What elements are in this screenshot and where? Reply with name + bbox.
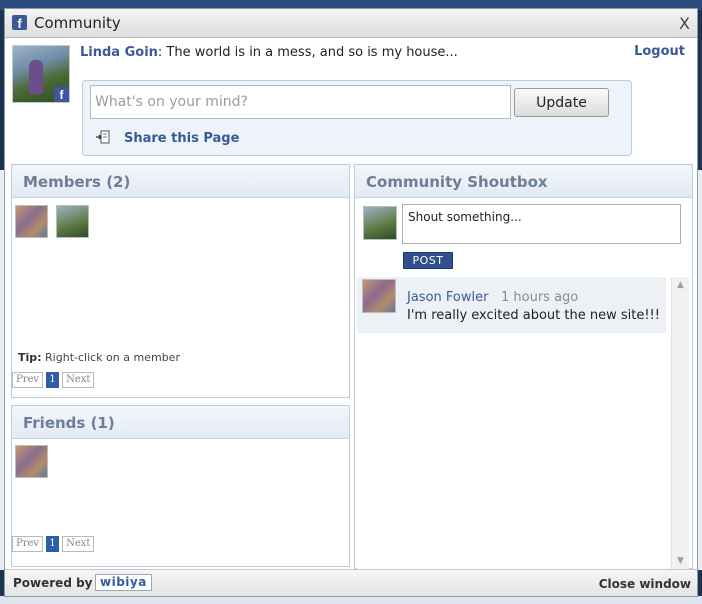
- post-button[interactable]: POST: [403, 252, 453, 269]
- avatar-person-shape: [29, 60, 43, 94]
- members-pager: Prev 1 Next: [12, 372, 95, 388]
- facebook-icon: f: [12, 15, 27, 31]
- friends-title: Friends (1): [12, 406, 349, 439]
- shoutbox-panel: Community Shoutbox POST Jason Fowler 1 h…: [354, 164, 693, 570]
- facebook-badge-icon: f: [54, 87, 69, 102]
- shout-item: Jason Fowler 1 hours ago I'm really exci…: [357, 277, 666, 333]
- wibiya-logo[interactable]: wibiya: [95, 574, 152, 591]
- member-avatar[interactable]: [56, 205, 89, 238]
- friends-next-button[interactable]: Next: [62, 536, 95, 552]
- community-window: f Community X f Linda Goin: The world is…: [4, 8, 698, 597]
- friends-pager: Prev 1 Next: [12, 536, 95, 552]
- shout-list: Jason Fowler 1 hours ago I'm really exci…: [357, 277, 689, 570]
- user-status-line: Linda Goin: The world is in a mess, and …: [80, 45, 458, 60]
- members-tip: Tip: Right-click on a member: [18, 351, 180, 364]
- shout-scrollbar[interactable]: ▲ ▼: [671, 277, 689, 570]
- friends-panel: Friends (1) Prev 1 Next: [11, 405, 350, 567]
- friends-page-1[interactable]: 1: [46, 536, 60, 552]
- status-input[interactable]: [90, 85, 511, 119]
- shout-timestamp: 1 hours ago: [501, 290, 579, 305]
- close-window-link[interactable]: Close window: [599, 577, 691, 591]
- tip-label: Tip:: [18, 351, 42, 364]
- member-avatar[interactable]: [15, 205, 48, 238]
- share-page-icon: [96, 130, 110, 144]
- shout-author-link[interactable]: Jason Fowler: [407, 290, 488, 305]
- shout-message: I'm really excited about the new site!!!: [407, 308, 660, 323]
- share-page-link[interactable]: Share this Page: [124, 131, 239, 146]
- friend-avatar[interactable]: [15, 445, 48, 478]
- shout-input[interactable]: [402, 204, 681, 244]
- window-footer: Powered by wibiya Close window: [5, 569, 697, 596]
- shoutbox-title: Community Shoutbox: [355, 165, 692, 198]
- close-button[interactable]: X: [679, 14, 690, 33]
- friends-prev-button[interactable]: Prev: [12, 536, 44, 552]
- members-next-button[interactable]: Next: [62, 372, 95, 388]
- update-button[interactable]: Update: [514, 88, 609, 117]
- members-page-1[interactable]: 1: [46, 372, 60, 388]
- user-name-link[interactable]: Linda Goin: [80, 45, 158, 60]
- title-bar: f Community X: [5, 9, 697, 38]
- members-prev-button[interactable]: Prev: [12, 372, 44, 388]
- powered-by-label: Powered by: [13, 576, 93, 590]
- members-panel: Members (2) Tip: Right-click on a member…: [11, 164, 350, 398]
- user-status-text: : The world is in a mess, and so is my h…: [157, 45, 458, 60]
- user-avatar[interactable]: f: [12, 45, 70, 103]
- members-title: Members (2): [12, 165, 349, 198]
- scroll-down-icon[interactable]: ▼: [674, 555, 687, 568]
- background-page-bottom: [0, 596, 702, 604]
- shout-author-avatar[interactable]: [362, 279, 396, 313]
- scroll-up-icon[interactable]: ▲: [674, 279, 687, 292]
- current-user-avatar: [363, 206, 397, 240]
- status-update-box: Update Share this Page: [82, 80, 632, 156]
- tip-text: Right-click on a member: [41, 351, 180, 364]
- logout-link[interactable]: Logout: [634, 44, 685, 59]
- window-title: Community: [34, 14, 121, 32]
